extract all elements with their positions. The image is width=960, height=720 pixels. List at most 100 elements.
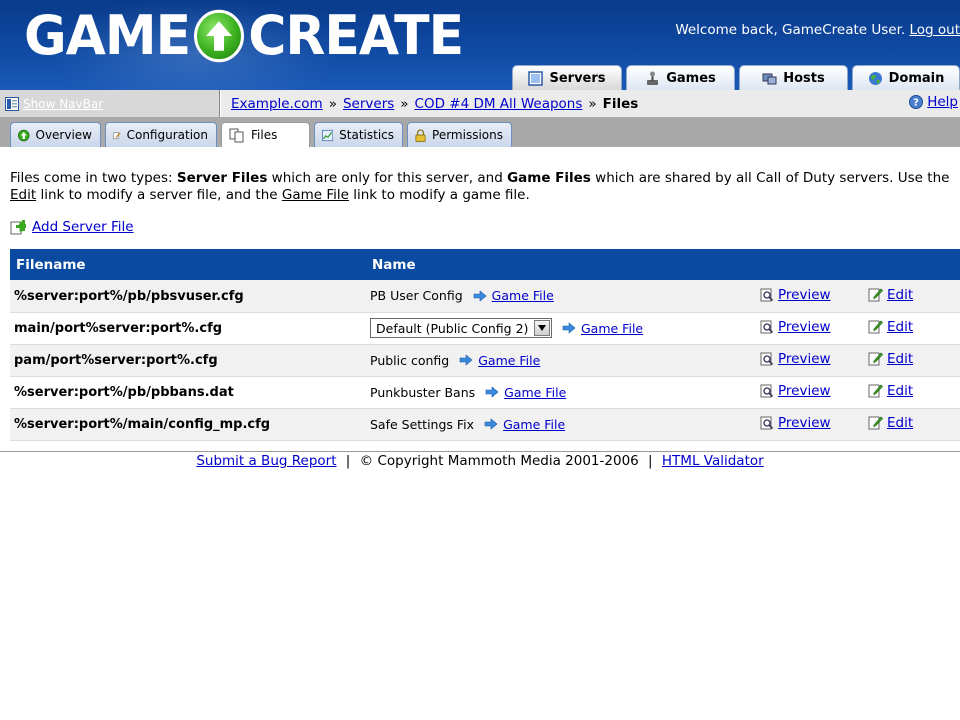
svg-text:?: ? [913,98,919,109]
add-server-file[interactable]: Add Server File [10,219,134,235]
tab-servers-label: Servers [549,70,606,86]
tab-overview[interactable]: Overview [10,122,101,147]
tab-servers[interactable]: Servers [512,65,622,90]
table-row: %server:port%/pb/pbsvuser.cfg PB User Co… [10,280,960,313]
preview-cell: Preview [756,280,864,313]
game-file-link-wrap[interactable]: Game File [485,385,566,400]
intro-game-file-term: Game File [281,187,349,203]
logo[interactable]: GAME CREATE [24,4,464,68]
preview-action[interactable]: Preview [760,287,831,303]
edit-action[interactable]: Edit [868,287,913,303]
submit-bug-report-link[interactable]: Submit a Bug Report [196,453,336,469]
preview-action[interactable]: Preview [760,319,831,335]
game-file-link[interactable]: Game File [503,417,565,432]
preview-action[interactable]: Preview [760,383,831,399]
globe-icon [868,71,882,85]
config-select[interactable]: Default (Public Config 2) [370,318,552,338]
html-validator-link[interactable]: HTML Validator [662,453,764,469]
preview-icon [760,384,774,398]
name-cell: Public config Game File [370,353,756,368]
filename-cell: pam/port%server:port%.cfg [10,344,366,377]
edit-icon [868,384,883,398]
preview-cell: Preview [756,376,864,409]
intro-game-files: Game Files [507,170,591,186]
breadcrumb-server-name[interactable]: COD #4 DM All Weapons [415,96,583,112]
file-display-name: Public config [370,352,450,368]
tab-permissions-label: Permissions [432,128,503,142]
help[interactable]: ? Help [909,94,958,110]
intro-part: link to modify a server file, and the [36,187,282,203]
breadcrumb-servers[interactable]: Servers [343,96,394,112]
filename-cell: %server:port%/main/config_mp.cfg [10,408,366,441]
filename: %server:port%/pb/pbsvuser.cfg [14,288,244,304]
preview-icon [760,320,774,334]
breadcrumb-separator: » [328,95,337,112]
edit-link[interactable]: Edit [887,383,913,399]
copyright-text: © Copyright Mammoth Media 2001-2006 [359,453,639,469]
name-column: Default (Public Config 2) Game File [366,312,756,345]
tab-statistics[interactable]: Statistics [314,122,403,147]
game-file-link[interactable]: Game File [581,321,643,336]
name-cell: PB User Config Game File [370,288,756,303]
tab-configuration[interactable]: Configuration [105,122,217,147]
edit-link[interactable]: Edit [887,319,913,335]
logo-text-left: GAME [24,4,191,68]
intro-server-files: Server Files [176,170,268,186]
preview-action[interactable]: Preview [760,415,831,431]
intro-part: link to modify a game file. [348,187,530,203]
welcome-text: Welcome back, GameCreate User. [675,22,906,38]
edit-link[interactable]: Edit [887,415,913,431]
preview-link[interactable]: Preview [778,287,831,303]
help-link[interactable]: Help [927,94,958,110]
footer-separator: | [648,453,653,469]
preview-cell: Preview [756,408,864,441]
show-navbar-link[interactable]: Show NavBar [23,97,103,111]
tab-permissions[interactable]: Permissions [407,122,512,147]
edit-icon [868,288,883,302]
navbar-icon [5,96,19,111]
name-cell: Default (Public Config 2) Game File [370,318,756,338]
filename: %server:port%/main/config_mp.cfg [14,417,271,432]
preview-link[interactable]: Preview [778,319,831,335]
game-file-link[interactable]: Game File [478,353,540,368]
edit-link[interactable]: Edit [887,287,913,303]
edit-link[interactable]: Edit [887,351,913,367]
preview-link[interactable]: Preview [778,351,831,367]
filename-cell: main/port%server:port%.cfg [10,312,366,345]
edit-action[interactable]: Edit [868,383,913,399]
preview-action[interactable]: Preview [760,351,831,367]
logout-link[interactable]: Log out [909,22,960,38]
preview-link[interactable]: Preview [778,383,831,399]
tab-files[interactable]: Files [221,122,310,147]
game-file-link-wrap[interactable]: Game File [562,321,643,336]
game-file-link[interactable]: Game File [492,288,554,303]
arrow-right-icon [562,322,576,334]
tab-games-label: Games [666,70,716,86]
game-file-link-wrap[interactable]: Game File [459,353,540,368]
arrow-up-logo-icon [194,9,245,63]
tab-hosts-label: Hosts [783,70,825,86]
arrow-right-icon [484,418,498,430]
table-header-row: Filename Name [10,249,960,280]
edit-action[interactable]: Edit [868,415,913,431]
header-preview [756,249,864,280]
footer-separator: | [345,453,351,469]
add-server-file-link[interactable]: Add Server File [32,219,134,235]
edit-cell: Edit [864,408,960,441]
preview-icon [760,352,774,366]
preview-cell: Preview [756,344,864,377]
tab-games[interactable]: Games [626,65,735,90]
tab-domain[interactable]: Domain [852,65,960,90]
game-file-link-wrap[interactable]: Game File [473,288,554,303]
filename: main/port%server:port%.cfg [14,321,223,336]
preview-icon [760,288,774,302]
edit-cell: Edit [864,312,960,345]
edit-action[interactable]: Edit [868,351,913,367]
tab-hosts[interactable]: Hosts [739,65,848,90]
arrow-right-icon [459,354,473,366]
game-file-link-wrap[interactable]: Game File [484,417,565,432]
preview-link[interactable]: Preview [778,415,831,431]
game-file-link[interactable]: Game File [504,385,566,400]
breadcrumb-example-com[interactable]: Example.com [231,96,323,112]
edit-action[interactable]: Edit [868,319,913,335]
